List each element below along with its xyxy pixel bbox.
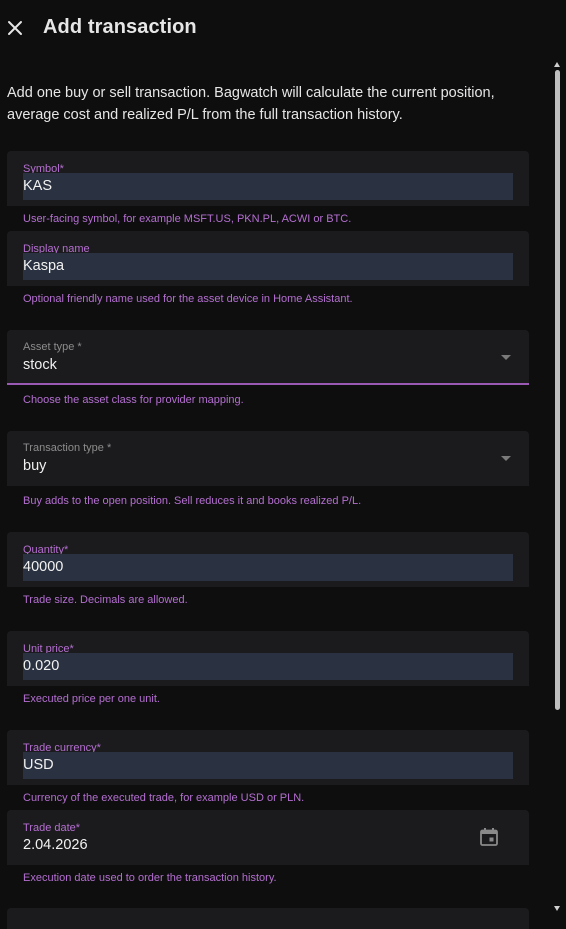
- close-icon: [8, 21, 22, 35]
- symbol-input[interactable]: KAS: [23, 178, 52, 194]
- symbol-field[interactable]: Symbol* KAS: [7, 151, 529, 206]
- display-name-input-bg: [23, 253, 513, 280]
- quantity-field[interactable]: Quantity* 40000: [7, 532, 529, 587]
- dialog-title: Add transaction: [43, 16, 197, 38]
- unit-price-field[interactable]: Unit price* 0.020: [7, 631, 529, 686]
- calendar-button[interactable]: [479, 827, 499, 852]
- next-field-partial[interactable]: [7, 908, 529, 929]
- quantity-input[interactable]: 40000: [23, 559, 63, 575]
- intro-text: Add one buy or sell transaction. Bagwatc…: [7, 85, 495, 123]
- add-transaction-dialog: Add transaction Add one buy or sell tran…: [0, 0, 566, 929]
- transaction-type-value: buy: [23, 458, 47, 474]
- trade-date-input[interactable]: 2.04.2026: [23, 837, 88, 853]
- quantity-helper: Trade size. Decimals are allowed.: [23, 594, 188, 606]
- dialog-content[interactable]: Add one buy or sell transaction. Bagwatc…: [0, 56, 566, 929]
- dialog-header: Add transaction: [0, 0, 566, 56]
- chevron-down-icon: [501, 355, 511, 360]
- display-name-input[interactable]: Kaspa: [23, 258, 64, 274]
- trade-currency-input-bg: [23, 752, 513, 779]
- scroll-down-arrow[interactable]: [554, 906, 560, 911]
- trade-currency-field[interactable]: Trade currency* USD: [7, 730, 529, 785]
- scroll-up-arrow[interactable]: [554, 62, 560, 67]
- display-name-helper: Optional friendly name used for the asse…: [23, 293, 353, 305]
- trade-date-helper: Execution date used to order the transac…: [23, 872, 277, 884]
- symbol-input-bg: [23, 173, 513, 200]
- unit-price-helper: Executed price per one unit.: [23, 693, 160, 705]
- trade-date-label: Trade date*: [23, 822, 81, 834]
- unit-price-input-bg: [23, 653, 513, 680]
- asset-type-select[interactable]: Asset type * stock: [7, 330, 529, 385]
- trade-currency-helper: Currency of the executed trade, for exam…: [23, 792, 305, 804]
- asset-type-helper: Choose the asset class for provider mapp…: [23, 394, 244, 406]
- calendar-icon: [480, 828, 498, 846]
- symbol-helper: User-facing symbol, for example MSFT.US,…: [23, 213, 352, 225]
- display-name-field[interactable]: Display name Kaspa: [7, 231, 529, 286]
- scrollbar-thumb[interactable]: [555, 70, 560, 710]
- trade-currency-input[interactable]: USD: [23, 757, 54, 773]
- asset-type-value: stock: [23, 357, 57, 373]
- quantity-input-bg: [23, 554, 513, 581]
- chevron-down-icon: [501, 456, 511, 461]
- close-button[interactable]: [4, 12, 26, 44]
- transaction-type-select[interactable]: Transaction type * buy: [7, 431, 529, 486]
- trade-date-field[interactable]: Trade date* 2.04.2026: [7, 810, 529, 865]
- asset-type-label: Asset type *: [23, 341, 82, 353]
- unit-price-input[interactable]: 0.020: [23, 658, 59, 674]
- transaction-type-helper: Buy adds to the open position. Sell redu…: [23, 495, 362, 507]
- transaction-type-label: Transaction type *: [23, 442, 112, 454]
